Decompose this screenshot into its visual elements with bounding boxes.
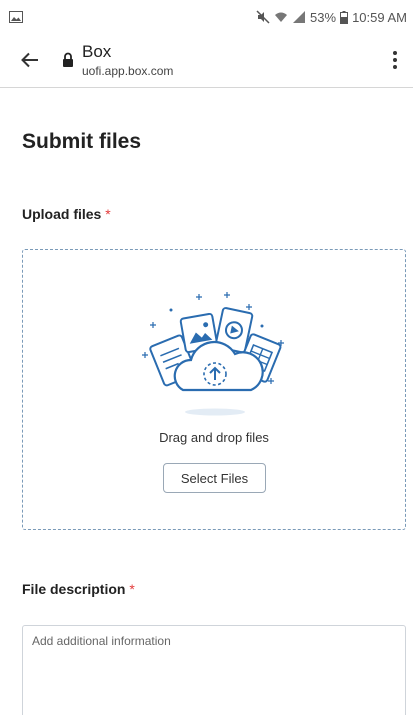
required-marker: *: [105, 206, 111, 222]
battery-percent: 53%: [310, 9, 337, 25]
image-notification-icon: [9, 11, 23, 23]
battery-icon: [340, 10, 349, 24]
required-marker: *: [129, 581, 135, 597]
file-description-label: File description *: [22, 581, 135, 597]
arrow-left-icon: [21, 52, 38, 68]
file-dropzone[interactable]: Drag and drop files Select Files: [22, 249, 406, 530]
wifi-icon: [275, 12, 288, 22]
site-url[interactable]: uofi.app.box.com: [82, 64, 173, 78]
more-vertical-icon: [393, 51, 397, 55]
signal-icon: [293, 11, 306, 23]
upload-illustration-icon: [142, 292, 284, 416]
overflow-menu-button[interactable]: [387, 48, 403, 72]
select-files-button[interactable]: Select Files: [163, 463, 266, 493]
file-description-input[interactable]: [22, 625, 406, 715]
status-bar: 53% 10:59 AM: [0, 0, 413, 34]
lock-icon: [63, 52, 73, 67]
upload-files-label-text: Upload files: [22, 206, 102, 222]
back-button[interactable]: [18, 48, 42, 72]
clock: 10:59 AM: [352, 9, 407, 25]
site-title: Box: [82, 42, 112, 61]
page-title: Submit files: [22, 130, 142, 153]
upload-files-label: Upload files *: [22, 206, 111, 222]
drag-drop-text: Drag and drop files: [159, 430, 269, 445]
file-description-label-text: File description: [22, 581, 126, 597]
browser-toolbar: Box uofi.app.box.com: [0, 34, 413, 88]
mute-icon: [256, 10, 270, 24]
